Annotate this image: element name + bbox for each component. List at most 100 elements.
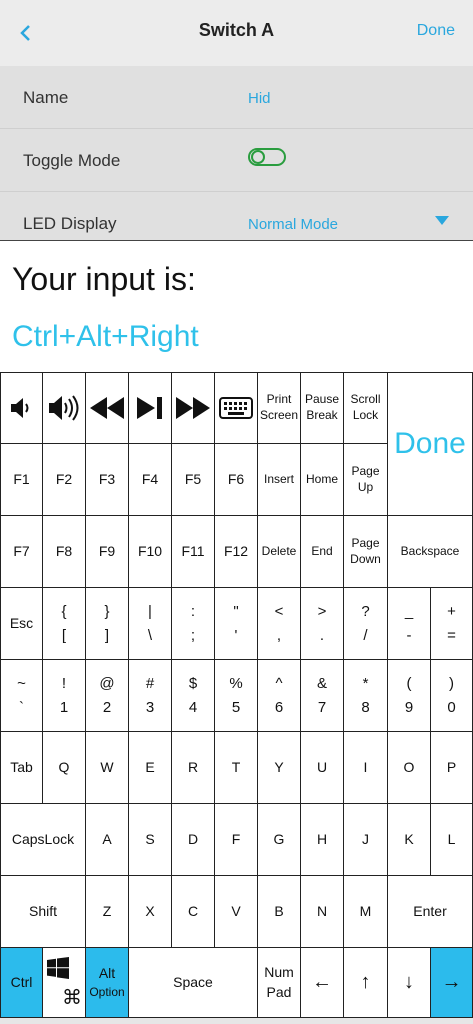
d-key[interactable]: D <box>171 803 215 876</box>
f3-key[interactable]: F3 <box>85 443 129 516</box>
i-key[interactable]: I <box>343 731 388 804</box>
volume-up-key[interactable] <box>42 372 86 444</box>
f7-key[interactable]: F7 <box>0 515 43 588</box>
key-char: 9 <box>404 698 414 716</box>
done-button[interactable]: Done <box>417 22 455 40</box>
rewind-key[interactable] <box>85 372 129 444</box>
volume-down-key[interactable] <box>0 372 43 444</box>
bracket-right-key[interactable]: }] <box>85 587 129 660</box>
y-key[interactable]: Y <box>257 731 301 804</box>
f4-key[interactable]: F4 <box>128 443 172 516</box>
delete-key[interactable]: Delete <box>257 515 301 588</box>
fast-forward-key[interactable] <box>171 372 215 444</box>
bracket-left-key[interactable]: {[ <box>42 587 86 660</box>
arrow-left-key[interactable]: ← <box>300 947 344 1018</box>
backslash-key[interactable]: | \ <box>128 587 172 660</box>
key-char: = <box>447 626 456 644</box>
z-key[interactable]: Z <box>85 875 129 948</box>
keyboard-done-key[interactable]: Done <box>387 372 473 516</box>
b-key[interactable]: B <box>257 875 301 948</box>
l-key[interactable]: L <box>430 803 473 876</box>
digit-6-key[interactable]: ^ 6 <box>257 659 301 732</box>
digit-7-key[interactable]: & 7 <box>300 659 344 732</box>
capslock-key[interactable]: CapsLock <box>0 803 86 876</box>
s-key[interactable]: S <box>128 803 172 876</box>
f-key[interactable]: F <box>214 803 258 876</box>
home-key[interactable]: Home <box>300 443 344 516</box>
enter-key[interactable]: Enter <box>387 875 473 948</box>
f11-key[interactable]: F11 <box>171 515 215 588</box>
minus-key[interactable]: _ - <box>387 587 431 660</box>
end-key[interactable]: End <box>300 515 344 588</box>
r-key[interactable]: R <box>171 731 215 804</box>
led-display-value[interactable]: Normal Mode <box>248 216 338 233</box>
v-key[interactable]: V <box>214 875 258 948</box>
esc-key[interactable]: Esc <box>0 587 43 660</box>
f10-key[interactable]: F10 <box>128 515 172 588</box>
arrow-down-key[interactable]: ↓ <box>387 947 431 1018</box>
q-key[interactable]: Q <box>42 731 86 804</box>
e-key[interactable]: E <box>128 731 172 804</box>
insert-key[interactable]: Insert <box>257 443 301 516</box>
arrow-up-key[interactable]: ↑ <box>343 947 388 1018</box>
f12-key[interactable]: F12 <box>214 515 258 588</box>
f6-key[interactable]: F6 <box>214 443 258 516</box>
x-key[interactable]: X <box>128 875 172 948</box>
o-key[interactable]: O <box>387 731 431 804</box>
period-key[interactable]: >. <box>300 587 344 660</box>
key-shift-char: % <box>229 674 243 692</box>
f5-key[interactable]: F5 <box>171 443 215 516</box>
shift-key[interactable]: Shift <box>0 875 86 948</box>
alt-option-key[interactable]: Alt Option <box>85 947 129 1018</box>
quote-key[interactable]: " ' <box>214 587 258 660</box>
f8-key[interactable]: F8 <box>42 515 86 588</box>
f2-key[interactable]: F2 <box>42 443 86 516</box>
digit-3-key[interactable]: #3 <box>128 659 172 732</box>
a-key[interactable]: A <box>85 803 129 876</box>
digit-5-key[interactable]: % 5 <box>214 659 258 732</box>
scroll-lock-key[interactable]: Scroll Lock <box>343 372 388 444</box>
numpad-key[interactable]: Num Pad <box>257 947 301 1018</box>
semicolon-key[interactable]: :; <box>171 587 215 660</box>
j-key[interactable]: J <box>343 803 388 876</box>
arrow-right-key[interactable]: → <box>430 947 473 1018</box>
digit-8-key[interactable]: * 8 <box>343 659 388 732</box>
space-key[interactable]: Space <box>128 947 258 1018</box>
play-pause-key[interactable] <box>128 372 172 444</box>
digit-4-key[interactable]: $4 <box>171 659 215 732</box>
comma-key[interactable]: <, <box>257 587 301 660</box>
t-key[interactable]: T <box>214 731 258 804</box>
digit-0-key[interactable]: ) 0 <box>430 659 473 732</box>
digit-2-key[interactable]: @2 <box>85 659 129 732</box>
p-key[interactable]: P <box>430 731 473 804</box>
equals-key[interactable]: + = <box>430 587 473 660</box>
ctrl-key[interactable]: Ctrl <box>0 947 43 1018</box>
f9-key[interactable]: F9 <box>85 515 129 588</box>
name-row[interactable]: Name Hid <box>0 66 473 129</box>
pause-break-key[interactable]: Pause Break <box>300 372 344 444</box>
backtick-key[interactable]: ~ ` <box>0 659 43 732</box>
keyboard-key[interactable] <box>214 372 258 444</box>
input-panel: Your input is: Ctrl+Alt+Right <box>0 240 473 372</box>
digit-1-key[interactable]: ! 1 <box>42 659 86 732</box>
g-key[interactable]: G <box>257 803 301 876</box>
m-key[interactable]: M <box>343 875 388 948</box>
windows-command-key[interactable]: ⌘ <box>42 947 86 1018</box>
backspace-key[interactable]: Backspace <box>387 515 473 588</box>
toggle-mode-switch[interactable] <box>248 148 286 166</box>
slash-key[interactable]: ? / <box>343 587 388 660</box>
u-key[interactable]: U <box>300 731 344 804</box>
digit-9-key[interactable]: (9 <box>387 659 431 732</box>
name-value[interactable]: Hid <box>248 90 271 107</box>
h-key[interactable]: H <box>300 803 344 876</box>
page-up-key[interactable]: Page Up <box>343 443 388 516</box>
c-key[interactable]: C <box>171 875 215 948</box>
w-key[interactable]: W <box>85 731 129 804</box>
print-screen-key[interactable]: Print Screen <box>257 372 301 444</box>
n-key[interactable]: N <box>300 875 344 948</box>
page-down-key[interactable]: Page Down <box>343 515 388 588</box>
k-key[interactable]: K <box>387 803 431 876</box>
tab-key[interactable]: Tab <box>0 731 43 804</box>
f1-key[interactable]: F1 <box>0 443 43 516</box>
dropdown-caret-icon[interactable] <box>435 216 449 225</box>
